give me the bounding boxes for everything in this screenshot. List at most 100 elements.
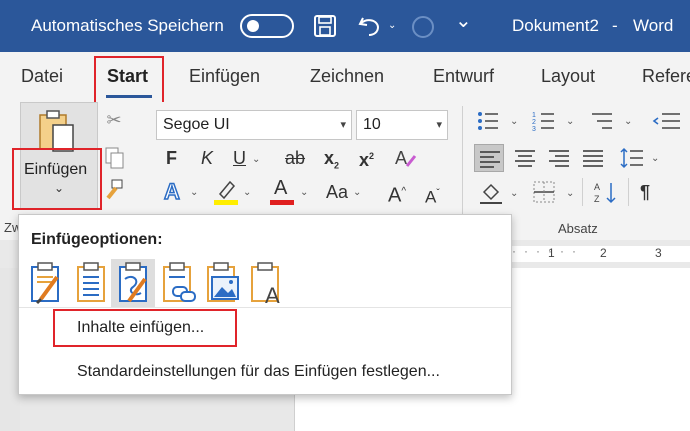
tab-einfuegen[interactable]: Einfügen <box>189 66 260 87</box>
undo-icon[interactable] <box>357 14 383 38</box>
justify-icon[interactable] <box>582 149 604 167</box>
title-separator: - <box>612 16 618 35</box>
tab-referenzen[interactable]: Refere <box>642 66 690 87</box>
chevron-down-icon[interactable]: ⌄ <box>243 187 251 198</box>
app-name: Word <box>633 16 674 35</box>
tab-datei[interactable]: Datei <box>21 66 63 87</box>
paragraph-group-label: Absatz <box>558 221 598 236</box>
shrink-font-letter: A <box>425 187 437 207</box>
chevron-down-icon[interactable]: ⌄ <box>353 187 361 198</box>
grow-font-button[interactable]: A^ <box>388 182 406 206</box>
font-name-combo[interactable]: Segoe UI ▾ <box>156 110 352 140</box>
align-left-button[interactable] <box>474 144 504 172</box>
line-spacing-icon[interactable] <box>620 147 644 169</box>
ruler-mark: 3 <box>655 246 662 260</box>
superscript-x: x <box>359 150 370 170</box>
borders-icon[interactable] <box>532 180 556 204</box>
font-size-combo[interactable]: 10 ▾ <box>356 110 448 140</box>
ruler-ticks: ······· <box>500 244 584 258</box>
chevron-down-icon[interactable]: ⌄ <box>510 188 518 199</box>
clear-formatting-icon[interactable]: A <box>393 146 419 170</box>
format-painter-icon[interactable] <box>104 178 126 202</box>
paste-text-only-icon[interactable]: A <box>247 261 287 305</box>
highlight-paste-button <box>12 148 102 210</box>
tab-zeichnen[interactable]: Zeichnen <box>310 66 384 87</box>
menu-divider <box>19 307 511 308</box>
svg-text:A: A <box>265 283 280 305</box>
svg-text:2: 2 <box>532 119 536 126</box>
italic-button[interactable]: K <box>201 148 213 168</box>
bullets-icon[interactable] <box>476 110 500 132</box>
change-case-button[interactable]: Aa <box>326 182 348 202</box>
tab-entwurf[interactable]: Entwurf <box>433 66 494 87</box>
paste-keep-source-formatting-icon[interactable] <box>27 261 67 305</box>
multilevel-list-icon[interactable] <box>590 110 614 132</box>
paste-merge-formatting-icon[interactable] <box>71 261 111 305</box>
numbering-icon[interactable]: 1 2 3 <box>532 110 556 132</box>
tab-layout[interactable]: Layout <box>541 66 595 87</box>
underline-button[interactable]: U <box>233 148 246 168</box>
text-effects-icon[interactable]: A <box>162 178 186 206</box>
font-size-value: 10 <box>363 116 381 133</box>
save-icon[interactable] <box>313 14 337 38</box>
paste-options-title: Einfügeoptionen: <box>31 231 163 248</box>
chevron-down-icon[interactable]: ⌄ <box>566 188 574 199</box>
toggle-knob <box>247 20 259 32</box>
set-default-paste-menu-item[interactable]: Standardeinstellungen für das Einfügen f… <box>77 363 440 381</box>
chevron-down-icon: ▾ <box>436 119 442 131</box>
chevron-down-icon[interactable]: ⌄ <box>651 153 659 164</box>
svg-text:A: A <box>164 179 180 204</box>
paste-options-menu: Einfügeoptionen: A Inhalte einfügen... S… <box>18 214 512 395</box>
vertical-ruler <box>0 268 20 431</box>
divider <box>582 178 583 206</box>
sort-icon[interactable]: A Z <box>594 180 618 206</box>
svg-text:3: 3 <box>532 126 536 132</box>
highlight-start-tab <box>94 56 164 104</box>
grow-font-letter: A <box>388 184 402 207</box>
superscript-button[interactable]: x2 <box>359 146 374 170</box>
document-title: Dokument2 <box>512 16 599 35</box>
svg-text:Z: Z <box>594 194 600 204</box>
chevron-down-icon[interactable]: ⌄ <box>300 187 308 198</box>
copy-icon[interactable] <box>104 146 126 170</box>
chevron-down-icon[interactable]: ⌄ <box>566 116 574 127</box>
bold-button[interactable]: F <box>166 148 177 168</box>
paste-picture-icon[interactable] <box>203 261 243 305</box>
clipboard-icon <box>39 110 74 152</box>
ruler-mark: 2 <box>600 246 607 260</box>
strikethrough-button[interactable]: ab <box>285 148 305 168</box>
align-right-icon[interactable] <box>548 149 570 167</box>
undo-dropdown-chevron-icon[interactable]: ⌄ <box>388 20 396 31</box>
paste-link-icon[interactable] <box>159 261 199 305</box>
show-formatting-marks-icon[interactable]: ¶ <box>640 182 650 202</box>
paste-format-painter-icon[interactable] <box>113 261 153 305</box>
svg-text:1: 1 <box>532 112 536 119</box>
chevron-down-icon[interactable]: ⌄ <box>252 154 260 165</box>
font-color-bar <box>270 200 294 205</box>
chevron-down-icon[interactable]: ⌄ <box>624 116 632 127</box>
align-center-icon[interactable] <box>514 149 536 167</box>
autosave-label: Automatisches Speichern <box>31 16 224 35</box>
highlight-color-icon[interactable] <box>212 178 240 206</box>
subscript-button[interactable]: x2 <box>324 148 339 176</box>
align-left-icon <box>480 151 500 168</box>
font-color-button[interactable]: A <box>270 178 294 206</box>
subscript-x: x <box>324 148 335 168</box>
chevron-down-icon[interactable]: ⌄ <box>510 116 518 127</box>
font-color-letter: A <box>274 177 288 199</box>
customize-qat-icon[interactable]: ⌄ <box>455 8 472 33</box>
highlight-paste-special <box>53 309 237 347</box>
chevron-down-icon[interactable]: ⌄ <box>190 187 198 198</box>
chevron-down-icon: ▾ <box>340 119 346 131</box>
svg-text:A: A <box>594 182 600 192</box>
decrease-indent-icon[interactable] <box>652 110 682 132</box>
title-bar: Automatisches Speichern ⌄ ⌄ Dokument2 - … <box>0 0 690 52</box>
shrink-font-button[interactable]: Aˇ <box>425 184 440 208</box>
autosave-toggle[interactable] <box>240 14 294 38</box>
svg-text:A: A <box>395 148 407 168</box>
cut-icon[interactable]: ✂ <box>104 110 124 130</box>
font-name-value: Segoe UI <box>163 116 230 133</box>
redo-icon <box>412 16 434 38</box>
shading-icon[interactable] <box>478 180 504 206</box>
divider <box>628 178 629 206</box>
